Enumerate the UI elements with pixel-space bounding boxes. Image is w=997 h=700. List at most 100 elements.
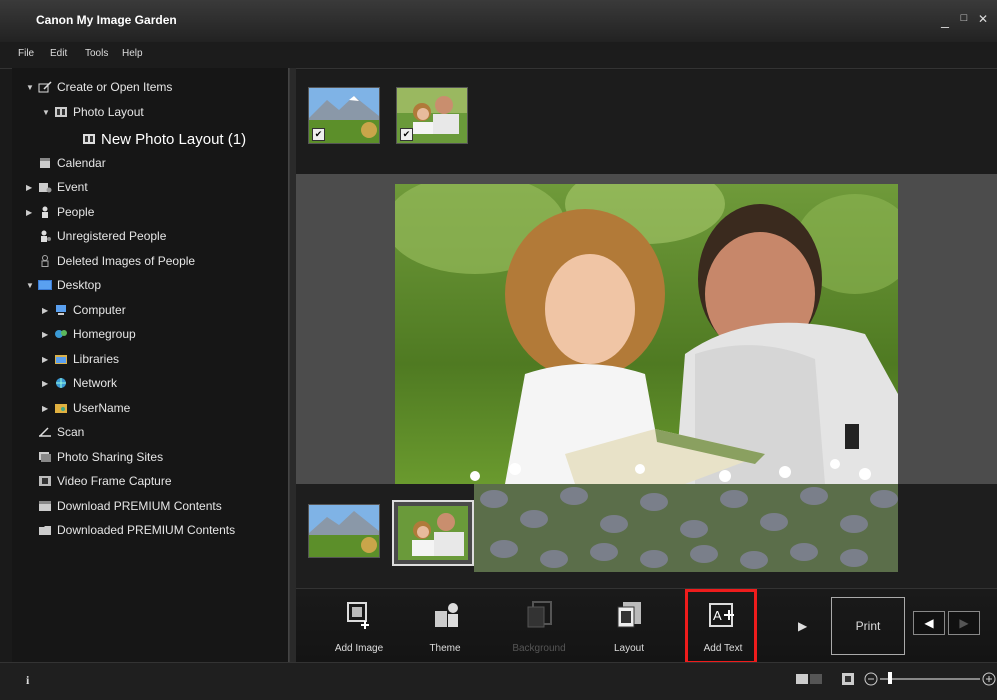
background-label: Background — [512, 643, 566, 654]
expand-arrow-icon[interactable]: ▼ — [26, 281, 38, 290]
thumbnail-mountain[interactable]: ✔ — [308, 87, 380, 144]
main-layout-photo[interactable] — [395, 184, 898, 484]
family-photo-large — [395, 184, 898, 484]
scan-icon — [39, 427, 51, 437]
tree-item-people[interactable]: ▶ People — [26, 202, 94, 222]
create-items-icon — [38, 81, 52, 93]
tree-item-deleted-images-of-people[interactable]: Deleted Images of People — [26, 251, 195, 271]
expand-arrow-icon[interactable]: ▶ — [42, 306, 54, 315]
tree-item-scan[interactable]: Scan — [26, 422, 84, 442]
zoom-in-icon[interactable] — [982, 672, 996, 686]
expand-arrow-icon[interactable]: ▶ — [42, 355, 54, 364]
tree-item-new-photo-layout[interactable]: New Photo Layout (1) — [70, 127, 246, 151]
tree-item-libraries[interactable]: ▶ Libraries — [42, 349, 119, 369]
add-image-button[interactable]: Add Image — [324, 595, 394, 661]
tree-item-video-frame-capture[interactable]: Video Frame Capture — [26, 471, 172, 491]
tree-item-event[interactable]: ▶ Event — [26, 177, 88, 197]
tree-item-label: Scan — [57, 425, 85, 439]
calendar-icon — [40, 158, 50, 168]
minimize-button[interactable]: _ — [938, 12, 952, 28]
zoom-out-icon[interactable] — [864, 672, 878, 686]
tree-item-label: Create or Open Items — [57, 80, 173, 94]
expand-toolbar-arrow-icon[interactable]: ▶ — [798, 619, 807, 633]
expand-arrow-icon[interactable]: ▼ — [26, 83, 38, 92]
close-button[interactable]: ✕ — [976, 12, 990, 26]
layout-editor-canvas[interactable] — [296, 174, 997, 484]
menu-help[interactable]: Help — [122, 48, 143, 59]
tree-item-calendar[interactable]: Calendar — [26, 153, 106, 173]
mountain-photo — [309, 505, 379, 557]
menu-bar: File Edit Tools Help — [0, 42, 997, 69]
fit-screen-icon[interactable] — [842, 673, 854, 685]
tree-item-label: UserName — [73, 401, 131, 415]
tree-item-label: Video Frame Capture — [57, 474, 172, 488]
menu-edit[interactable]: Edit — [50, 48, 67, 59]
tree-item-label: Photo Sharing Sites — [57, 450, 164, 464]
unregistered-people-icon — [41, 230, 51, 242]
photo-layout-icon — [55, 107, 67, 117]
tree-item-computer[interactable]: ▶ Computer — [42, 300, 126, 320]
layout-icon — [617, 602, 641, 628]
previous-page-button[interactable]: ◀ — [913, 611, 945, 635]
expand-arrow-icon[interactable]: ▼ — [42, 108, 54, 117]
tree-item-label: Homegroup — [73, 327, 136, 341]
tree-item-download-premium[interactable]: Download PREMIUM Contents — [26, 496, 222, 516]
zoom-slider-thumb[interactable] — [888, 672, 892, 684]
zoom-slider-track[interactable] — [880, 678, 980, 680]
tree-item-label: Event — [57, 180, 88, 194]
tree-item-label: Desktop — [57, 278, 102, 292]
background-icon — [527, 601, 552, 628]
menu-tools[interactable]: Tools — [85, 48, 108, 59]
downloaded-premium-icon — [39, 526, 51, 535]
view-mode-icon[interactable] — [796, 673, 822, 685]
title-bar: Canon My Image Garden _ □ ✕ — [0, 0, 997, 42]
maximize-button[interactable]: □ — [957, 12, 971, 24]
expand-arrow-icon[interactable]: ▶ — [26, 183, 38, 192]
tree-item-homegroup[interactable]: ▶ Homegroup — [42, 324, 136, 344]
people-icon — [42, 206, 48, 218]
menu-file[interactable]: File — [18, 48, 34, 59]
info-icon[interactable]: i — [26, 673, 29, 688]
page-thumbnail-2-selected[interactable] — [392, 500, 474, 566]
event-icon — [39, 183, 52, 193]
expand-arrow-icon[interactable]: ▶ — [42, 404, 54, 413]
tree-item-create-items[interactable]: ▼ Create or Open Items — [26, 77, 172, 97]
tree-item-downloaded-premium[interactable]: Downloaded PREMIUM Contents — [26, 520, 235, 540]
tree-item-label: Network — [73, 376, 118, 390]
page-thumbnail-1[interactable] — [308, 504, 380, 558]
computer-icon — [56, 305, 66, 315]
window-title: Canon My Image Garden — [36, 13, 177, 27]
tree-item-label: New Photo Layout (1) — [101, 130, 247, 148]
tree-item-label: Calendar — [57, 156, 106, 170]
layout-button[interactable]: Layout — [594, 595, 664, 661]
checkbox-icon[interactable]: ✔ — [312, 128, 325, 141]
video-frame-icon — [39, 476, 51, 486]
print-button[interactable]: Print — [831, 597, 905, 655]
tree-item-label: Computer — [73, 303, 126, 317]
expand-arrow-icon[interactable]: ▶ — [26, 208, 38, 217]
theme-icon — [435, 603, 458, 627]
thumbnail-family[interactable]: ✔ — [396, 87, 468, 144]
status-bar: i — [0, 662, 997, 700]
libraries-icon — [55, 355, 67, 364]
expand-arrow-icon[interactable]: ▶ — [42, 379, 54, 388]
tree-item-network[interactable]: ▶ Network — [42, 373, 117, 393]
pane-splitter[interactable] — [289, 68, 296, 662]
checkbox-icon[interactable]: ✔ — [400, 128, 413, 141]
desktop-icon — [38, 280, 52, 290]
tree-item-desktop[interactable]: ▼ Desktop — [26, 275, 101, 295]
tree-item-label: Photo Layout — [73, 105, 144, 119]
theme-label: Theme — [429, 643, 461, 654]
tree-item-photo-layout[interactable]: ▼ Photo Layout — [42, 102, 144, 122]
theme-button[interactable]: Theme — [410, 595, 480, 661]
expand-arrow-icon[interactable]: ▶ — [42, 330, 54, 339]
selected-images-strip: ✔ ✔ — [296, 70, 997, 174]
tree-item-unregistered-people[interactable]: Unregistered People — [26, 226, 166, 246]
tree-item-username[interactable]: ▶ UserName — [42, 398, 130, 418]
user-folder-icon — [55, 404, 67, 413]
network-icon — [56, 378, 66, 388]
family-photo — [394, 502, 472, 564]
bottom-toolbar: Add Image Theme Background Layout A Add … — [296, 588, 997, 664]
tree-item-photo-sharing-sites[interactable]: Photo Sharing Sites — [26, 447, 163, 467]
tree-item-label: Libraries — [73, 352, 120, 366]
